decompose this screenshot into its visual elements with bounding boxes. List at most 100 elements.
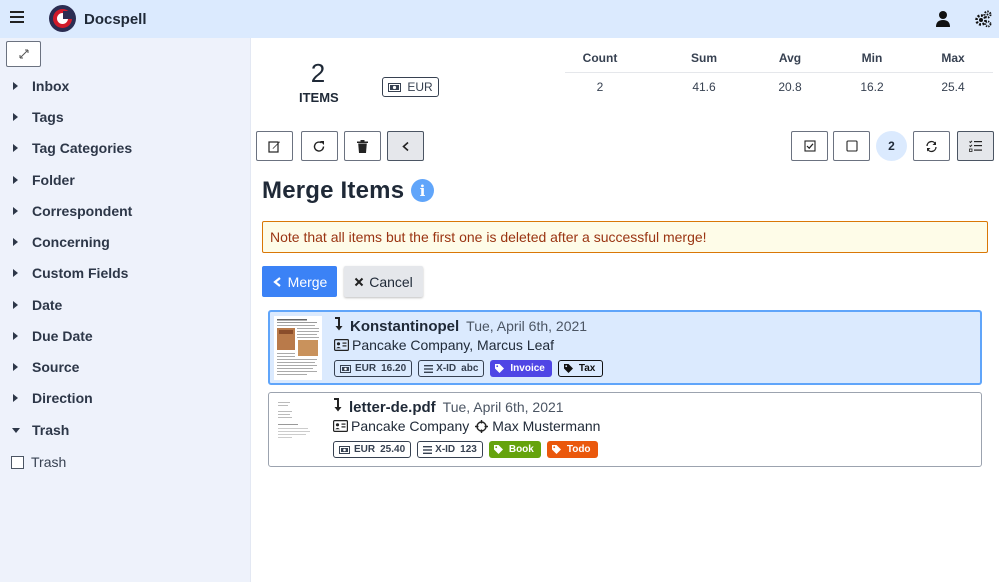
info-icon[interactable]: i — [411, 179, 434, 202]
select-none-button[interactable] — [833, 131, 870, 161]
stats-header-max: Max — [941, 51, 965, 65]
sidebar-item-tag-categories[interactable]: Tag Categories — [12, 138, 132, 158]
tag-label: Invoice — [510, 363, 545, 374]
sidebar-item-due-date[interactable]: Due Date — [12, 326, 93, 346]
tag-todo[interactable]: Todo — [546, 441, 598, 458]
refresh-button[interactable] — [913, 131, 950, 161]
sidebar-item-label: Due Date — [32, 328, 93, 344]
close-icon — [354, 277, 364, 286]
sidebar-item-inbox[interactable]: Inbox — [12, 76, 69, 96]
merge-item-card[interactable]: Konstantinopel Tue, April 6th, 2021 Panc… — [268, 310, 982, 385]
sidebar-item-custom-fields[interactable]: Custom Fields — [12, 263, 128, 283]
custom-field-label: X-ID — [436, 363, 457, 374]
stats-header-avg: Avg — [778, 51, 802, 65]
sidebar-item-label: Date — [32, 297, 63, 313]
tag-invoice[interactable]: Invoice — [490, 360, 552, 377]
tag-tax[interactable]: Tax — [557, 360, 604, 377]
item-concerning: Max Mustermann — [492, 418, 601, 434]
stats-value-count: 2 — [596, 80, 604, 94]
sidebar-item-correspondent[interactable]: Correspondent — [12, 201, 132, 221]
merge-button-label: Merge — [287, 273, 328, 290]
sidebar-item-label: Trash — [32, 422, 70, 438]
select-all-button[interactable] — [791, 131, 828, 161]
expand-sidebar-button[interactable] — [6, 41, 41, 67]
sidebar-item-label: Folder — [32, 172, 75, 188]
caret-right-icon — [13, 113, 18, 121]
amount-chip: EUR 25.40 — [333, 441, 412, 458]
item-correspondent: Pancake Company — [351, 418, 470, 434]
item-date: Tue, April 6th, 2021 — [442, 399, 564, 415]
amount-value: 25.40 — [380, 444, 406, 455]
custom-field-label: X-ID — [435, 444, 456, 455]
item-correspondent: Pancake Company, Marcus Leaf — [352, 337, 555, 353]
sidebar-item-label: Custom Fields — [32, 265, 129, 281]
merge-button[interactable]: Merge — [262, 266, 337, 297]
sidebar-item-label: Tag Categories — [32, 140, 133, 156]
sidebar-item-concerning[interactable]: Concerning — [12, 232, 110, 252]
tag-icon — [493, 445, 503, 454]
docspell-logo[interactable] — [49, 5, 76, 32]
merge-item-card[interactable]: letter-de.pdf Tue, April 6th, 2021 Panca… — [268, 392, 982, 467]
menu-icon[interactable] — [10, 11, 24, 25]
sidebar-item-label: Tags — [32, 109, 64, 125]
tag-book[interactable]: Book — [488, 441, 541, 458]
chevron-left-icon — [402, 141, 409, 151]
caret-right-icon — [13, 269, 18, 277]
amount-value: 16.20 — [381, 363, 407, 374]
stats-value-min: 16.2 — [860, 80, 884, 94]
amount-currency: EUR — [355, 363, 377, 374]
item-name: letter-de.pdf — [349, 399, 436, 416]
check-square-icon — [803, 140, 816, 152]
caret-right-icon — [13, 332, 18, 340]
custom-field-value: abc — [461, 363, 479, 374]
sidebar-item-tags[interactable]: Tags — [12, 107, 64, 127]
custom-field-chip: X-ID 123 — [417, 441, 483, 458]
tasks-icon — [969, 140, 982, 152]
edit-button[interactable] — [256, 131, 293, 161]
caret-right-icon — [13, 363, 18, 371]
selection-mode-button[interactable] — [957, 131, 994, 161]
caret-right-icon — [13, 394, 18, 402]
page-title: Merge Items — [262, 177, 405, 204]
caret-right-icon — [13, 238, 18, 246]
stats-header-sum: Sum — [690, 51, 717, 65]
square-icon — [845, 140, 858, 152]
trash-checkbox[interactable]: Trash — [11, 454, 66, 470]
cancel-button-label: Cancel — [369, 273, 413, 290]
sidebar-item-source[interactable]: Source — [12, 357, 79, 377]
trash-icon — [357, 139, 368, 153]
stats-header-count: Count — [582, 51, 618, 65]
sidebar-item-direction[interactable]: Direction — [12, 388, 93, 408]
checkbox-box[interactable] — [11, 455, 24, 469]
selection-count-badge: 2 — [876, 131, 907, 161]
sync-icon — [926, 140, 937, 152]
incoming-direction-icon — [335, 317, 343, 331]
cancel-button[interactable]: Cancel — [344, 266, 423, 297]
sidebar-item-label: Inbox — [32, 78, 70, 94]
caret-right-icon — [13, 144, 18, 152]
sidebar: Inbox Tags Tag Categories Folder Corresp… — [0, 38, 251, 582]
sidebar-item-date[interactable]: Date — [12, 295, 62, 315]
address-card-icon — [333, 420, 348, 432]
custom-field-chip: X-ID abc — [418, 360, 485, 377]
back-button[interactable] — [387, 131, 424, 161]
delete-button[interactable] — [344, 131, 381, 161]
item-chips: EUR 25.40 X-ID 123 Book Todo — [333, 441, 598, 458]
user-icon[interactable] — [934, 10, 952, 28]
tag-label: Tax — [578, 363, 596, 374]
stats-value-sum: 41.6 — [692, 80, 716, 94]
sidebar-item-trash[interactable]: Trash — [12, 420, 69, 440]
sidebar-item-folder[interactable]: Folder — [12, 170, 75, 190]
reprocess-button[interactable] — [301, 131, 338, 161]
item-date: Tue, April 6th, 2021 — [466, 318, 588, 334]
document-thumbnail — [274, 316, 322, 380]
settings-cogs-icon[interactable] — [974, 10, 992, 28]
merge-warning-message: Note that all items but the first one is… — [262, 221, 988, 253]
item-chips: EUR 16.20 X-ID abc Invoice Tax — [334, 360, 604, 377]
expand-icon — [19, 49, 28, 59]
app-title[interactable]: Docspell — [84, 11, 147, 28]
caret-down-icon — [12, 427, 20, 433]
currency-label: EUR — [407, 80, 433, 94]
stats-divider — [565, 72, 993, 73]
sidebar-item-label: Correspondent — [32, 203, 133, 219]
